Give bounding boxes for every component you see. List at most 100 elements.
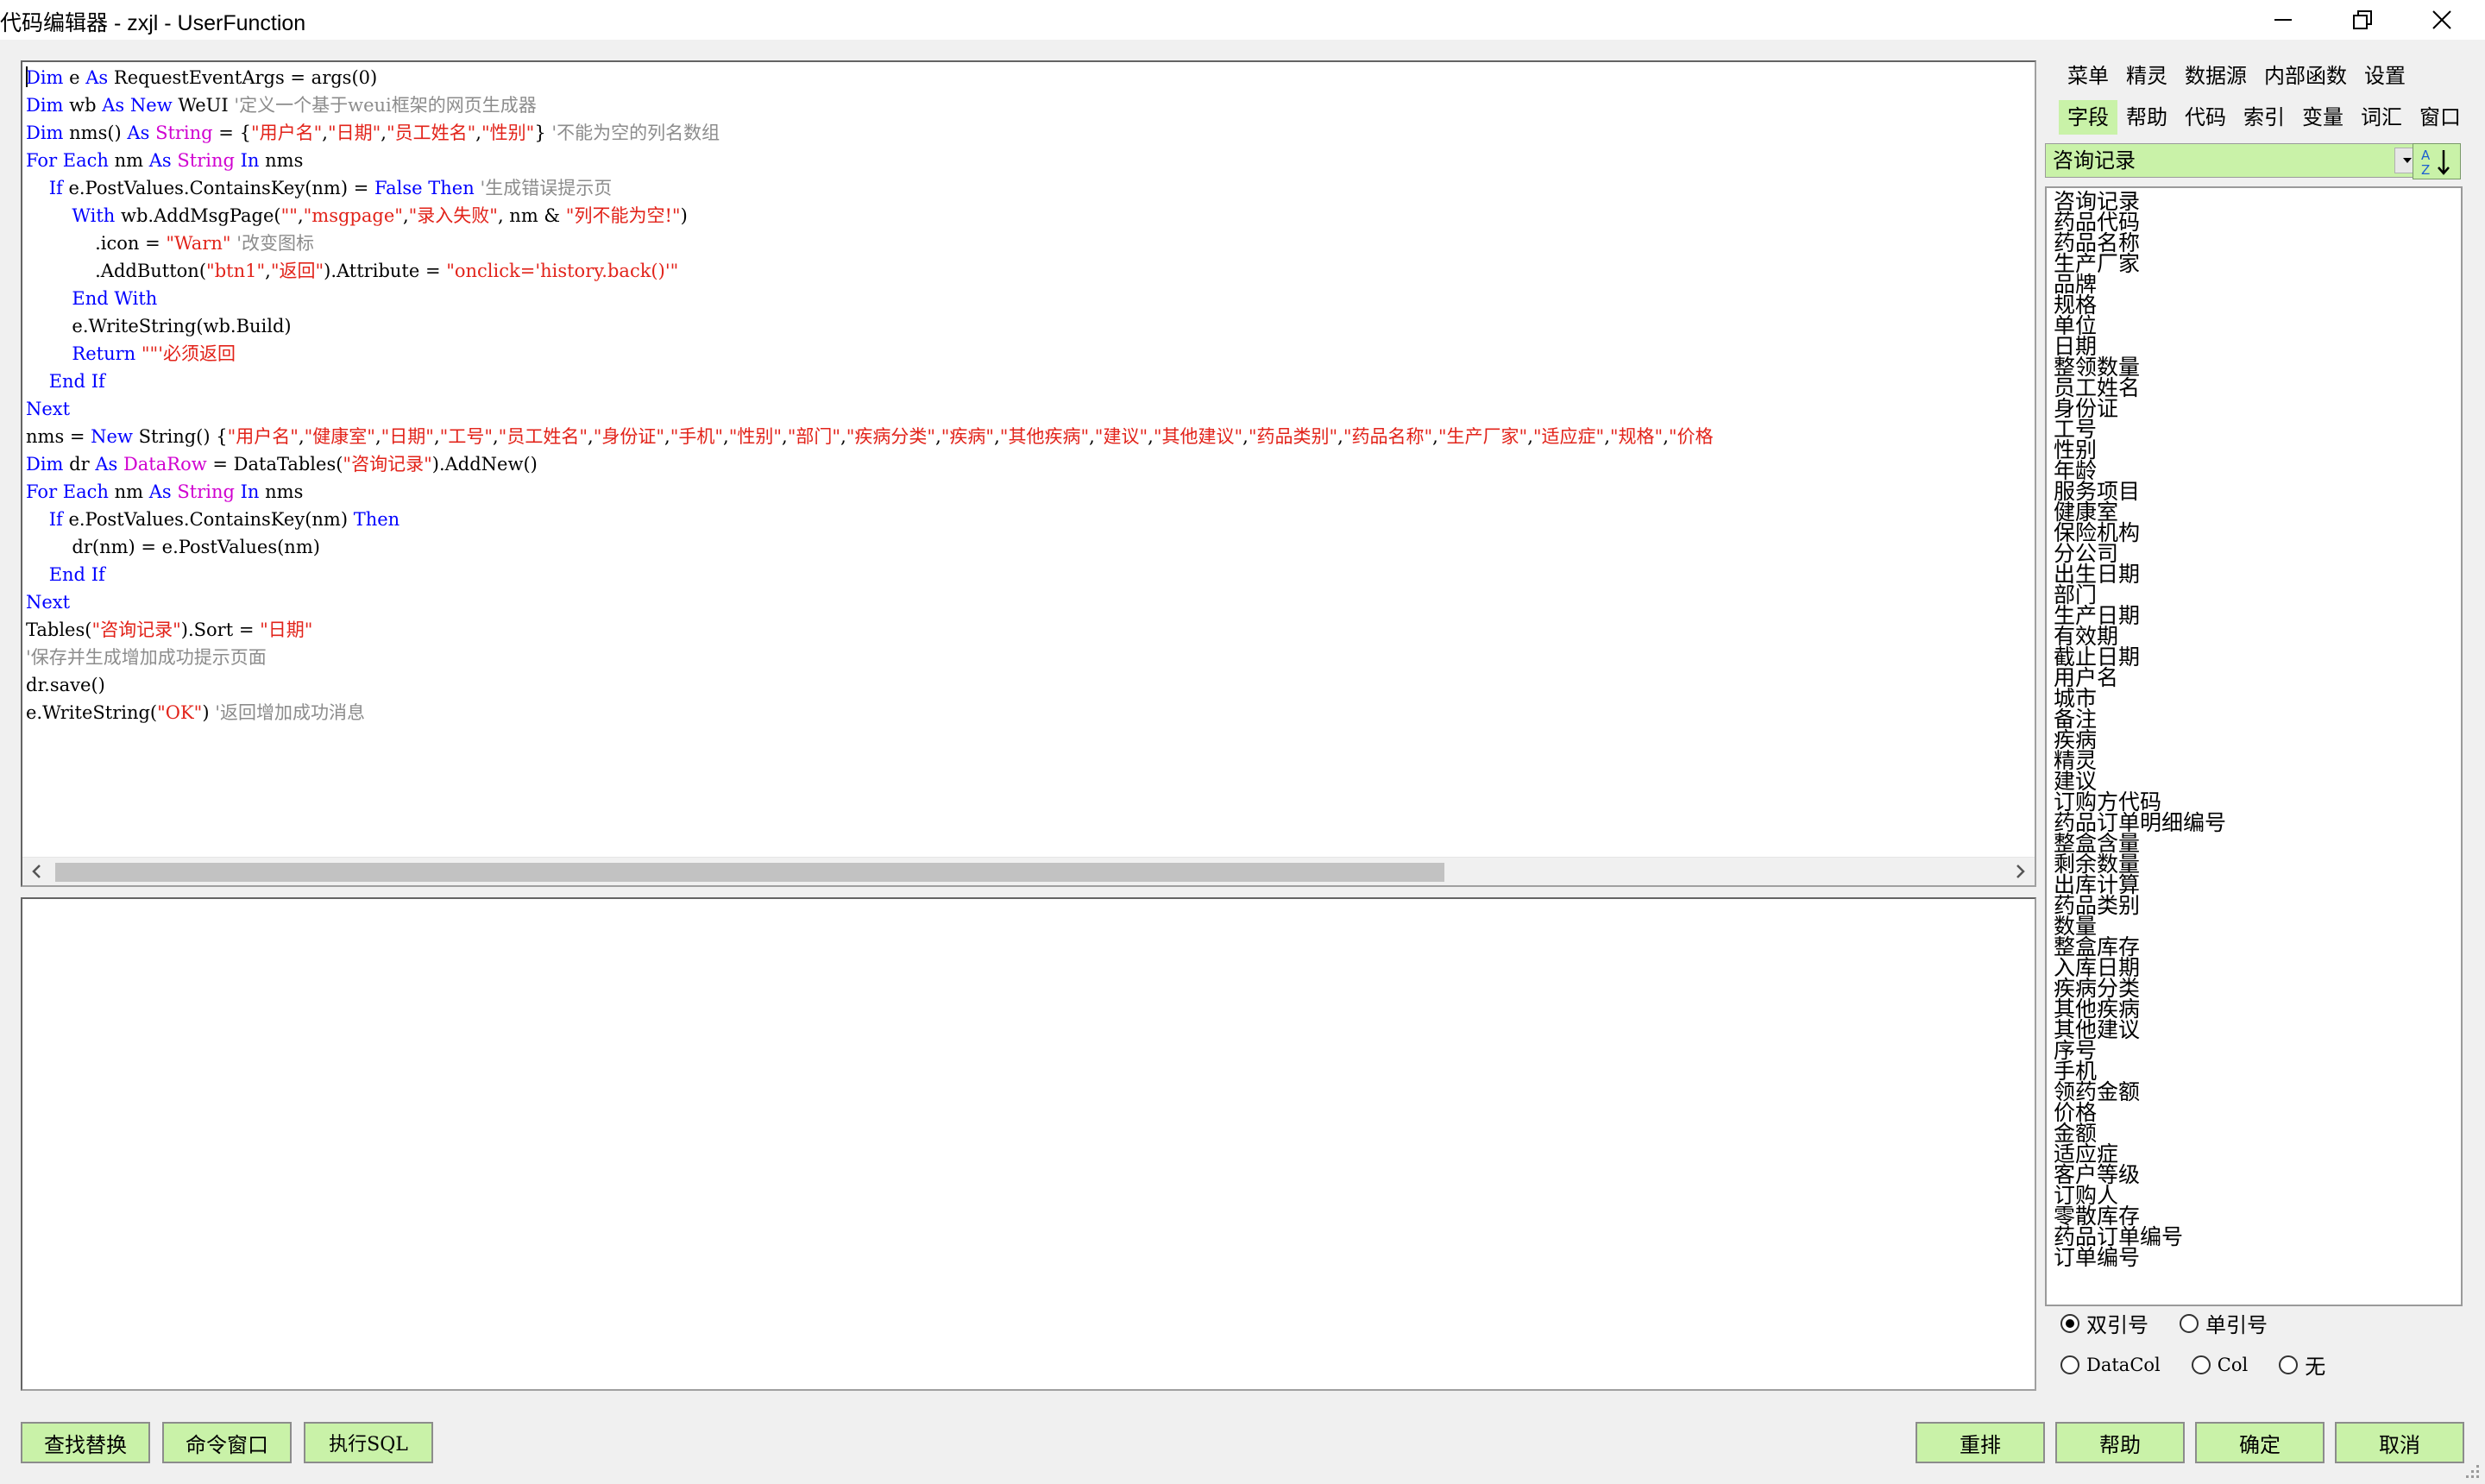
- code-token: "用户名": [227, 426, 299, 447]
- code-line[interactable]: .AddButton("btn1","返回").Attribute = "onc…: [26, 257, 1714, 285]
- close-icon: [2432, 10, 2451, 29]
- scroll-left-arrow[interactable]: [22, 858, 50, 885]
- panel-menu-item[interactable]: 数据源: [2176, 59, 2255, 93]
- code-line[interactable]: e.WriteString("OK") '返回增加成功消息: [26, 699, 1714, 726]
- panel-menu-item[interactable]: 索引: [2235, 100, 2293, 135]
- code-token: dr(nm) = e.PostValues(nm): [26, 537, 320, 557]
- code-token: e: [63, 67, 86, 88]
- horizontal-scrollbar[interactable]: [22, 857, 2035, 885]
- scroll-right-arrow[interactable]: [2007, 858, 2035, 885]
- code-line[interactable]: End With: [26, 285, 1714, 312]
- code-token: Dim: [26, 95, 64, 116]
- panel-menu-item[interactable]: 字段: [2059, 100, 2117, 135]
- code-line[interactable]: If e.PostValues.ContainsKey(nm) Then: [26, 506, 1714, 533]
- code-line[interactable]: Next: [26, 395, 1714, 423]
- radio-button-icon[interactable]: [2060, 1355, 2079, 1374]
- restore-button[interactable]: [2326, 0, 2399, 40]
- radio-button-icon[interactable]: [2180, 1313, 2199, 1333]
- code-line[interactable]: End If: [26, 561, 1714, 588]
- code-token: dr.save(): [26, 675, 105, 695]
- code-line[interactable]: Dim e As RequestEventArgs = args(0): [26, 64, 1714, 91]
- code-line[interactable]: Dim dr As DataRow = DataTables("咨询记录").A…: [26, 450, 1714, 478]
- output-pane[interactable]: [21, 897, 2036, 1391]
- code-line[interactable]: Tables("咨询记录").Sort = "日期": [26, 616, 1714, 644]
- radio-button-icon[interactable]: [2279, 1355, 2299, 1374]
- radio-button-icon[interactable]: [2060, 1313, 2079, 1333]
- code-line[interactable]: nms = New String() {"用户名","健康室","日期","工号…: [26, 423, 1714, 450]
- code-token: '返回增加成功消息: [215, 702, 365, 723]
- code-line[interactable]: Return ""'必须返回: [26, 340, 1714, 368]
- code-line[interactable]: '保存并生成增加成功提示页面: [26, 644, 1714, 671]
- radio-option[interactable]: DataCol: [2060, 1355, 2161, 1375]
- radio-label: 双引号: [2086, 1313, 2148, 1337]
- code-line[interactable]: e.WriteString(wb.Build): [26, 312, 1714, 340]
- code-line[interactable]: End If: [26, 368, 1714, 395]
- resize-grip-icon[interactable]: [2463, 1462, 2480, 1479]
- code-token: "价格: [1668, 426, 1714, 447]
- code-line[interactable]: dr.save(): [26, 671, 1714, 699]
- code-text[interactable]: Dim e As RequestEventArgs = args(0) Dim w…: [26, 64, 1714, 726]
- code-line[interactable]: Next: [26, 588, 1714, 616]
- code-line[interactable]: Dim wb As New WeUI '定义一个基于weui框架的网页生成器: [26, 91, 1714, 119]
- code-token: "生产厂家": [1438, 426, 1528, 447]
- code-token: ,: [374, 426, 381, 447]
- code-editor[interactable]: Dim e As RequestEventArgs = args(0) Dim w…: [21, 60, 2036, 887]
- code-line[interactable]: For Each nm As String In nms: [26, 478, 1714, 506]
- code-line[interactable]: With wb.AddMsgPage("","msgpage","录入失败", …: [26, 202, 1714, 230]
- exec-sql-button[interactable]: 执行SQL: [304, 1422, 433, 1463]
- code-token: "msgpage": [303, 205, 403, 226]
- code-token: String: [155, 123, 213, 143]
- code-line[interactable]: Dim nms() As String = {"用户名","日期","员工姓名"…: [26, 119, 1714, 147]
- radio-option[interactable]: 单引号: [2180, 1308, 2268, 1338]
- panel-menu-item[interactable]: 窗口: [2411, 100, 2469, 135]
- code-token: ,: [1604, 426, 1610, 447]
- panel-menu-item[interactable]: 帮助: [2117, 100, 2176, 135]
- field-list[interactable]: 咨询记录 药品代码 药品名称 生产厂家 品牌 规格 单位 日期 整领数量 员工姓名 身份证 工号 性别年…: [2045, 186, 2463, 1306]
- restore-icon: [2353, 10, 2372, 29]
- panel-menu-item[interactable]: 设置: [2356, 59, 2414, 93]
- code-token: String: [177, 481, 235, 502]
- command-window-button[interactable]: 命令窗口: [162, 1422, 292, 1463]
- reformat-button[interactable]: 重排: [1916, 1422, 2045, 1463]
- code-token: New: [91, 426, 133, 447]
- sort-az-button[interactable]: A Z: [2413, 143, 2461, 179]
- svg-text:A: A: [2421, 148, 2431, 163]
- code-line[interactable]: .icon = "Warn" '改变图标: [26, 230, 1714, 257]
- radio-label: Col: [2217, 1354, 2249, 1375]
- close-button[interactable]: [2406, 0, 2478, 40]
- radio-option[interactable]: 无: [2279, 1349, 2325, 1380]
- code-token: = {: [212, 123, 251, 143]
- find-replace-button[interactable]: 查找替换: [21, 1422, 150, 1463]
- panel-menu-item[interactable]: 代码: [2176, 100, 2235, 135]
- radio-button-icon[interactable]: [2191, 1355, 2211, 1374]
- ok-button[interactable]: 确定: [2195, 1422, 2325, 1463]
- panel-menu-item[interactable]: 词汇: [2352, 100, 2411, 135]
- radio-option[interactable]: 双引号: [2060, 1308, 2148, 1338]
- help-button[interactable]: 帮助: [2055, 1422, 2185, 1463]
- cancel-button[interactable]: 取消: [2335, 1422, 2464, 1463]
- code-token: If: [48, 509, 63, 530]
- chevron-left-icon: [32, 865, 41, 878]
- code-token: "性别": [728, 426, 783, 447]
- scroll-thumb[interactable]: [55, 863, 1444, 882]
- minimize-button[interactable]: [2247, 0, 2319, 40]
- field-list-item[interactable]: 订单编号: [2054, 1247, 2226, 1268]
- radio-option[interactable]: Col: [2191, 1354, 2249, 1375]
- panel-menu-item[interactable]: 精灵: [2117, 59, 2176, 93]
- panel-menu-item[interactable]: 菜单: [2059, 59, 2117, 93]
- panel-menu-item[interactable]: 内部函数: [2255, 59, 2356, 93]
- code-line[interactable]: If e.PostValues.ContainsKey(nm) = False …: [26, 174, 1714, 202]
- code-token: wb.AddMsgPage(: [115, 205, 281, 226]
- code-line[interactable]: dr(nm) = e.PostValues(nm): [26, 533, 1714, 561]
- table-select[interactable]: 咨询记录: [2045, 143, 2425, 178]
- code-token: "部门": [787, 426, 841, 447]
- code-token: "返回": [270, 261, 324, 281]
- panel-menu-item[interactable]: 变量: [2293, 100, 2352, 135]
- code-line[interactable]: For Each nm As String In nms: [26, 147, 1714, 174]
- code-token: '生成错误提示页: [480, 178, 613, 198]
